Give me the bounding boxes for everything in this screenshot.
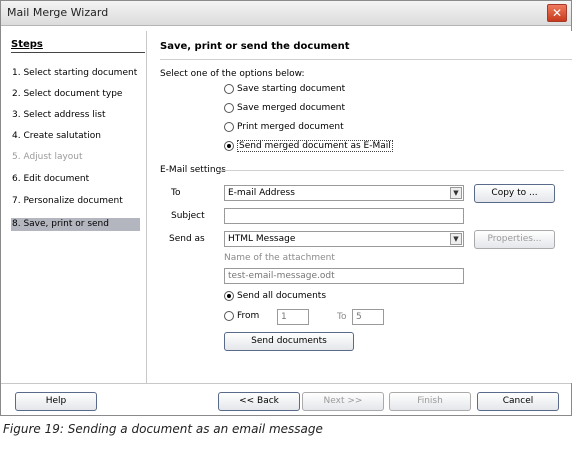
next-button: Next >> <box>302 392 384 411</box>
send-documents-button[interactable]: Send documents <box>224 332 354 351</box>
steps-sidebar: Steps 1. Select starting document 2. Sel… <box>5 31 145 383</box>
footer-divider <box>1 383 571 384</box>
radio-selected-icon <box>224 291 234 301</box>
options-prompt: Select one of the options below: <box>160 69 305 79</box>
properties-button: Properties... <box>474 230 555 249</box>
radio-label: Send merged document as E-Mail <box>237 140 393 152</box>
step-save-print-send[interactable]: 8. Save, print or send <box>11 218 140 231</box>
from-range-input: 1 <box>277 309 309 325</box>
radio-label: Save starting document <box>237 84 346 94</box>
back-button[interactable]: << Back <box>218 392 300 411</box>
step-select-document-type[interactable]: 2. Select document type <box>11 88 140 101</box>
title-bar: Mail Merge Wizard ✕ <box>1 1 571 26</box>
copy-to-button[interactable]: Copy to ... <box>474 184 555 203</box>
step-personalize-document[interactable]: 7. Personalize document <box>11 195 140 208</box>
step-select-address-list[interactable]: 3. Select address list <box>11 109 140 122</box>
page-title: Save, print or send the document <box>160 41 350 52</box>
radio-print-merged-document[interactable]: Print merged document <box>224 122 344 132</box>
radio-circle-icon <box>224 122 234 132</box>
cancel-button[interactable]: Cancel <box>477 392 559 411</box>
step-select-starting-document[interactable]: 1. Select starting document <box>11 67 140 80</box>
radio-send-merged-document-email[interactable]: Send merged document as E-Mail <box>224 140 393 152</box>
to-range-input: 5 <box>352 309 384 325</box>
send-as-dropdown-value: HTML Message <box>228 234 296 244</box>
to-range-label: To <box>337 312 347 322</box>
subject-label: Subject <box>171 211 205 221</box>
to-dropdown-value: E-mail Address <box>228 188 295 198</box>
chevron-down-icon: ▼ <box>450 187 462 199</box>
radio-circle-icon <box>224 103 234 113</box>
radio-circle-icon <box>224 311 234 321</box>
send-as-label: Send as <box>169 234 205 244</box>
email-settings-divider <box>219 170 564 171</box>
email-settings-label: E-Mail settings <box>160 165 226 175</box>
figure-caption: Figure 19: Sending a document as an emai… <box>3 422 323 436</box>
radio-label: Print merged document <box>237 122 344 132</box>
to-dropdown[interactable]: E-mail Address ▼ <box>224 185 464 201</box>
help-button[interactable]: Help <box>15 392 97 411</box>
main-panel: Save, print or send the document Select … <box>146 31 572 383</box>
mail-merge-wizard-window: Mail Merge Wizard ✕ Steps 1. Select star… <box>0 0 572 416</box>
radio-label: From <box>237 311 260 321</box>
radio-save-merged-document[interactable]: Save merged document <box>224 103 345 113</box>
subject-input[interactable] <box>224 208 464 224</box>
step-edit-document[interactable]: 6. Edit document <box>11 173 140 186</box>
step-create-salutation[interactable]: 4. Create salutation <box>11 130 140 143</box>
radio-label: Send all documents <box>237 291 327 301</box>
steps-divider <box>11 52 145 53</box>
title-divider <box>160 59 572 60</box>
radio-selected-icon <box>224 141 234 151</box>
steps-title: Steps <box>11 39 43 50</box>
close-button[interactable]: ✕ <box>547 4 567 22</box>
radio-save-starting-document[interactable]: Save starting document <box>224 84 345 94</box>
radio-from-range[interactable]: From <box>224 311 259 321</box>
radio-label: Save merged document <box>237 103 346 113</box>
send-as-dropdown[interactable]: HTML Message ▼ <box>224 231 464 247</box>
radio-circle-icon <box>224 84 234 94</box>
step-adjust-layout: 5. Adjust layout <box>12 152 83 162</box>
chevron-down-icon: ▼ <box>450 233 462 245</box>
attachment-name-input: test-email-message.odt <box>224 268 464 284</box>
to-label: To <box>171 188 181 198</box>
finish-button: Finish <box>389 392 471 411</box>
window-title: Mail Merge Wizard <box>7 6 109 19</box>
radio-send-all-documents[interactable]: Send all documents <box>224 291 326 301</box>
attachment-name-label: Name of the attachment <box>224 253 335 263</box>
